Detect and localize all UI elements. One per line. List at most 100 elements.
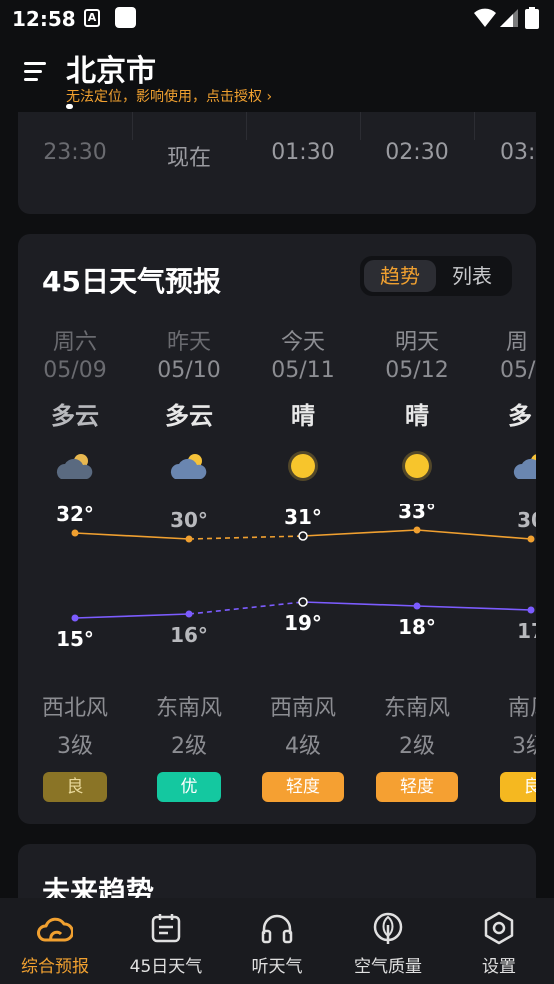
- divider: [474, 112, 475, 140]
- nav-air-quality[interactable]: 空气质量: [333, 910, 443, 977]
- high-temp-point: [298, 531, 308, 541]
- high-temp-line-segment: [302, 529, 418, 537]
- gear-icon: [444, 910, 554, 946]
- hourly-time: 02:30: [385, 140, 449, 165]
- location-permission-link[interactable]: 无法定位，影响使用，点击授权 ›: [66, 86, 272, 106]
- high-temp-label: 32°: [56, 504, 94, 526]
- low-temp-label: 15°: [56, 627, 94, 651]
- nav-45-day[interactable]: 45日天气: [111, 910, 221, 977]
- day-condition: 多: [508, 402, 532, 430]
- wind-direction: 东南风: [155, 696, 222, 721]
- forecast-45-card: 45日天气预报 趋势 列表 周六 05/09 多云 西北风 3级 良 昨天 05…: [18, 234, 536, 824]
- wind-level: 3级: [57, 734, 93, 759]
- day-date: 05/09: [43, 358, 107, 383]
- aqi-badge: 良: [43, 772, 107, 802]
- day-name: 周六: [52, 330, 97, 355]
- low-temp-line-segment: [74, 613, 190, 619]
- wind-level: 4级: [285, 734, 321, 759]
- low-temp-label: 16°: [170, 623, 208, 647]
- hourly-time: 03:: [500, 140, 536, 165]
- forecast-day-today[interactable]: 今天 05/11 晴 西南风 4级 轻度: [246, 324, 360, 802]
- header: 北京市 无法定位，影响使用，点击授权 ›: [0, 36, 554, 112]
- wind-direction: 西南风: [269, 696, 336, 721]
- aqi-badge: 良: [500, 772, 536, 802]
- toggle-list[interactable]: 列表: [436, 260, 508, 292]
- low-temp-point: [527, 606, 535, 614]
- nav-label: 45日天气: [129, 957, 203, 977]
- wind-direction: 东南风: [383, 696, 450, 721]
- battery-icon: [525, 7, 539, 29]
- forecast-day[interactable]: 周六 05/09 多云 西北风 3级 良: [18, 324, 132, 802]
- divider: [132, 112, 133, 140]
- low-temp-point: [413, 602, 421, 610]
- trend-title: 未来趋势: [42, 875, 155, 898]
- nav-label: 设置: [482, 957, 516, 977]
- high-temp-line-segment: [416, 529, 532, 540]
- status-time: 12:58: [12, 7, 76, 31]
- future-trend-card: 未来趋势: [18, 844, 536, 898]
- forecast-title: 45日天气预报: [42, 265, 221, 298]
- low-temp-line-segment: [416, 605, 532, 611]
- wind-level: 2级: [399, 734, 435, 759]
- low-temp-point: [71, 614, 79, 622]
- page-indicator: [66, 104, 73, 109]
- nav-settings[interactable]: 设置: [444, 910, 554, 977]
- wind-level: 3级: [512, 734, 536, 759]
- nav-label: 空气质量: [354, 957, 422, 977]
- aqi-badge: 轻度: [376, 772, 458, 802]
- headphones-icon: [222, 910, 332, 946]
- high-temp-line-segment: [74, 532, 190, 540]
- forecast-day[interactable]: 昨天 05/10 多云 东南风 2级 优: [132, 324, 246, 802]
- high-temp-label: 30: [517, 508, 536, 532]
- hourly-time: 23:30: [43, 140, 107, 165]
- forecast-day[interactable]: 周 05/ 多 南风 3级 良: [474, 324, 536, 802]
- wind-level: 2级: [171, 734, 207, 759]
- sun-icon: [246, 446, 360, 486]
- aqi-badge: 轻度: [262, 772, 344, 802]
- nav-label: 综合预报: [21, 957, 89, 977]
- bottom-nav: 综合预报 45日天气 听天气 空气质量 设置: [0, 898, 554, 984]
- main-scroll[interactable]: 23:30 现在 01:30 02:30 03: 45日天气预报 趋势 列表 周…: [0, 112, 554, 898]
- signal-icon: [500, 9, 518, 27]
- a-notification-icon: A: [84, 9, 100, 27]
- cloudy-icon: [474, 446, 536, 486]
- day-date: 05/12: [385, 358, 449, 383]
- app-notification-icon: [115, 7, 136, 28]
- low-temp-point: [185, 610, 193, 618]
- leaf-icon: [333, 910, 443, 946]
- status-bar: 12:58 A: [0, 0, 554, 36]
- hourly-time-now: 现在: [166, 146, 211, 171]
- nav-listen[interactable]: 听天气: [222, 910, 332, 977]
- cloud-icon: [0, 910, 110, 946]
- wind-direction: 西北风: [41, 696, 108, 721]
- day-date: 05/10: [157, 358, 221, 383]
- day-date: 05/11: [271, 358, 335, 383]
- hourly-card: 23:30 现在 01:30 02:30 03:: [18, 112, 536, 214]
- divider: [246, 112, 247, 140]
- divider: [360, 112, 361, 140]
- day-condition: 多云: [51, 402, 99, 430]
- day-name: 明天: [394, 330, 439, 355]
- high-temp-line-segment: [188, 535, 304, 540]
- day-condition: 晴: [291, 402, 315, 430]
- cloudy-icon: [132, 446, 246, 486]
- menu-icon[interactable]: [24, 62, 48, 84]
- aqi-badge: 优: [157, 772, 221, 802]
- nav-label: 听天气: [251, 957, 303, 977]
- low-temp-line-segment: [302, 601, 418, 607]
- low-temp-label: 17: [517, 619, 536, 643]
- low-temp-label: 19°: [284, 611, 322, 635]
- high-temp-label: 31°: [284, 505, 322, 529]
- high-temp-point: [185, 535, 193, 543]
- forecast-day[interactable]: 明天 05/12 晴 东南风 2级 轻度: [360, 324, 474, 802]
- city-title[interactable]: 北京市: [66, 46, 156, 90]
- low-temp-label: 18°: [398, 615, 436, 639]
- day-date: 05/: [500, 358, 536, 383]
- day-condition: 多云: [165, 402, 213, 430]
- high-temp-point: [71, 529, 79, 537]
- nav-comprehensive[interactable]: 综合预报: [0, 910, 110, 977]
- temperature-trend-chart: 32° 30° 31° 33° 30 15° 16° 19° 18° 17: [56, 504, 536, 651]
- toggle-trend[interactable]: 趋势: [364, 260, 436, 292]
- day-condition: 晴: [405, 402, 429, 430]
- day-name: 昨天: [166, 330, 211, 355]
